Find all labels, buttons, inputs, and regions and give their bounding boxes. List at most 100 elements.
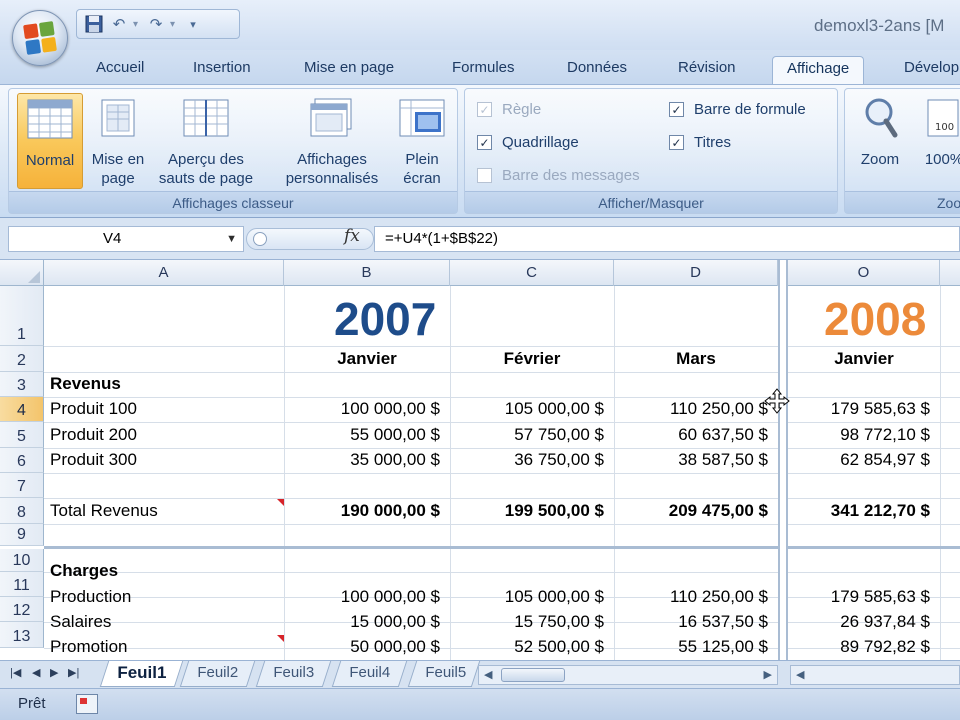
split-pane-divider[interactable] <box>778 260 788 660</box>
comment-indicator-icon[interactable] <box>277 635 284 642</box>
cell-b11[interactable]: 100 000,00 $ <box>284 586 440 608</box>
sheet-tab-feuil2[interactable]: Feuil2 <box>179 661 256 687</box>
cell-o6[interactable]: 62 854,97 $ <box>788 449 930 471</box>
column-header-d[interactable]: D <box>614 260 778 286</box>
column-header-b[interactable]: B <box>284 260 450 286</box>
cell-a5[interactable]: Produit 200 <box>50 424 137 446</box>
formula-bar-checkbox[interactable]: ✓ Barre de formule <box>669 101 806 118</box>
office-button[interactable] <box>12 10 68 66</box>
cell-c8[interactable]: 199 500,00 $ <box>450 500 604 522</box>
zoom-button[interactable]: Zoom <box>851 93 909 189</box>
row-header-4[interactable]: 4 <box>0 397 44 422</box>
custom-views-button[interactable]: Affichages personnalisés <box>277 93 387 189</box>
cell-c11[interactable]: 105 000,00 $ <box>450 586 604 608</box>
cell-o4[interactable]: 179 585,63 $ <box>788 398 930 420</box>
save-icon[interactable] <box>83 13 105 35</box>
cell-d11[interactable]: 110 250,00 $ <box>614 586 768 608</box>
tab-donnees[interactable]: Données <box>567 56 627 84</box>
cell-b12[interactable]: 15 000,00 $ <box>284 611 440 633</box>
horizontal-scrollbar[interactable]: ◀ ▶ <box>478 665 778 685</box>
cell-b6[interactable]: 35 000,00 $ <box>284 449 440 471</box>
cell-d4[interactable]: 110 250,00 $ <box>614 398 768 420</box>
select-all-button[interactable] <box>0 260 44 286</box>
cell-o8[interactable]: 341 212,70 $ <box>788 500 930 522</box>
insert-function-icon[interactable]: fx <box>344 226 360 246</box>
undo-icon[interactable]: ↶ <box>108 13 130 35</box>
cell-b8[interactable]: 190 000,00 $ <box>284 500 440 522</box>
cell-c12[interactable]: 15 750,00 $ <box>450 611 604 633</box>
tab-revision[interactable]: Révision <box>678 56 736 84</box>
cell-d6[interactable]: 38 587,50 $ <box>614 449 768 471</box>
horizontal-scrollbar-right-pane[interactable]: ◀ <box>790 665 960 685</box>
chevron-down-icon[interactable]: ▼ <box>226 227 237 251</box>
row-header-7[interactable]: 7 <box>0 473 44 498</box>
tab-mise-en-page[interactable]: Mise en page <box>304 56 394 84</box>
cell-d8[interactable]: 209 475,00 $ <box>614 500 768 522</box>
column-header-o[interactable]: O <box>788 260 940 286</box>
sheet-tab-feuil1[interactable]: Feuil1 <box>99 661 184 687</box>
cell-b4[interactable]: 100 000,00 $ <box>284 398 440 420</box>
row-header-6[interactable]: 6 <box>0 448 44 473</box>
cell-o12[interactable]: 26 937,84 $ <box>788 611 930 633</box>
row-header-5[interactable]: 5 <box>0 422 44 448</box>
last-sheet-icon[interactable]: ▶| <box>68 666 79 679</box>
column-header-a[interactable]: A <box>44 260 284 286</box>
cell-c4[interactable]: 105 000,00 $ <box>450 398 604 420</box>
tab-insertion[interactable]: Insertion <box>193 56 251 84</box>
macro-record-icon[interactable] <box>76 694 98 714</box>
cell-o2[interactable]: Janvier <box>788 348 940 370</box>
tab-accueil[interactable]: Accueil <box>96 56 144 84</box>
row-header-11[interactable]: 11 <box>0 572 44 597</box>
worksheet-grid[interactable]: A B C D O 1 2 3 4 5 6 7 8 9 10 11 12 13 … <box>0 260 960 660</box>
first-sheet-icon[interactable]: |◀ <box>10 666 21 679</box>
message-bar-checkbox[interactable]: Barre des messages <box>477 167 640 184</box>
gridlines-checkbox[interactable]: ✓ Quadrillage <box>477 134 579 151</box>
name-box[interactable]: V4 ▼ <box>8 226 244 252</box>
cell-o5[interactable]: 98 772,10 $ <box>788 424 930 446</box>
redo-icon[interactable]: ↷ <box>145 13 167 35</box>
headings-checkbox[interactable]: ✓ Titres <box>669 134 731 151</box>
cell-b2[interactable]: Janvier <box>284 348 450 370</box>
scroll-right-icon[interactable]: ▶ <box>764 668 772 681</box>
tab-developpeur[interactable]: Dévelop <box>904 56 959 84</box>
page-break-preview-button[interactable]: Aperçu des sauts de page <box>153 93 259 189</box>
cell-c6[interactable]: 36 750,00 $ <box>450 449 604 471</box>
comment-indicator-icon[interactable] <box>277 499 284 506</box>
row-header-13[interactable]: 13 <box>0 622 44 648</box>
cell-d12[interactable]: 16 537,50 $ <box>614 611 768 633</box>
customize-qat-icon[interactable]: ▾ <box>182 13 204 35</box>
cell-a10[interactable]: Charges <box>50 560 118 582</box>
sheet-tab-feuil3[interactable]: Feuil3 <box>255 661 332 687</box>
next-sheet-icon[interactable]: ▶ <box>50 666 58 679</box>
sheet-tab-feuil5[interactable]: Feuil5 <box>407 661 481 687</box>
formula-input[interactable]: =+U4*(1+$B$22) <box>374 226 960 252</box>
cell-a13[interactable]: Promotion <box>50 636 127 658</box>
cell-c13[interactable]: 52 500,00 $ <box>450 636 604 658</box>
full-screen-button[interactable]: Plein écran <box>391 93 453 189</box>
cell-b13[interactable]: 50 000,00 $ <box>284 636 440 658</box>
cell-a12[interactable]: Salaires <box>50 611 111 633</box>
tab-affichage[interactable]: Affichage <box>772 56 865 84</box>
cell-c5[interactable]: 57 750,00 $ <box>450 424 604 446</box>
sheet-tab-feuil4[interactable]: Feuil4 <box>331 661 408 687</box>
cell-a6[interactable]: Produit 300 <box>50 449 137 471</box>
redo-dropdown-icon[interactable]: ▾ <box>170 19 175 30</box>
row-header-12[interactable]: 12 <box>0 597 44 622</box>
cell-a11[interactable]: Production <box>50 586 131 608</box>
page-layout-view-button[interactable]: Mise en page <box>85 93 151 189</box>
cell-a8[interactable]: Total Revenus <box>50 500 158 522</box>
normal-view-button[interactable]: Normal <box>17 93 83 189</box>
undo-dropdown-icon[interactable]: ▾ <box>133 19 138 30</box>
cell-a4[interactable]: Produit 100 <box>50 398 137 420</box>
row-header-8[interactable]: 8 <box>0 498 44 524</box>
cell-c2[interactable]: Février <box>450 348 614 370</box>
prev-sheet-icon[interactable]: ◀ <box>32 666 40 679</box>
column-header-c[interactable]: C <box>450 260 614 286</box>
tab-formules[interactable]: Formules <box>452 56 515 84</box>
row-header-10[interactable]: 10 <box>0 549 44 572</box>
scrollbar-thumb[interactable] <box>501 668 565 682</box>
row-header-2[interactable]: 2 <box>0 346 44 372</box>
row-header-9[interactable]: 9 <box>0 524 44 546</box>
cell-d2[interactable]: Mars <box>614 348 778 370</box>
row-header-3[interactable]: 3 <box>0 372 44 397</box>
